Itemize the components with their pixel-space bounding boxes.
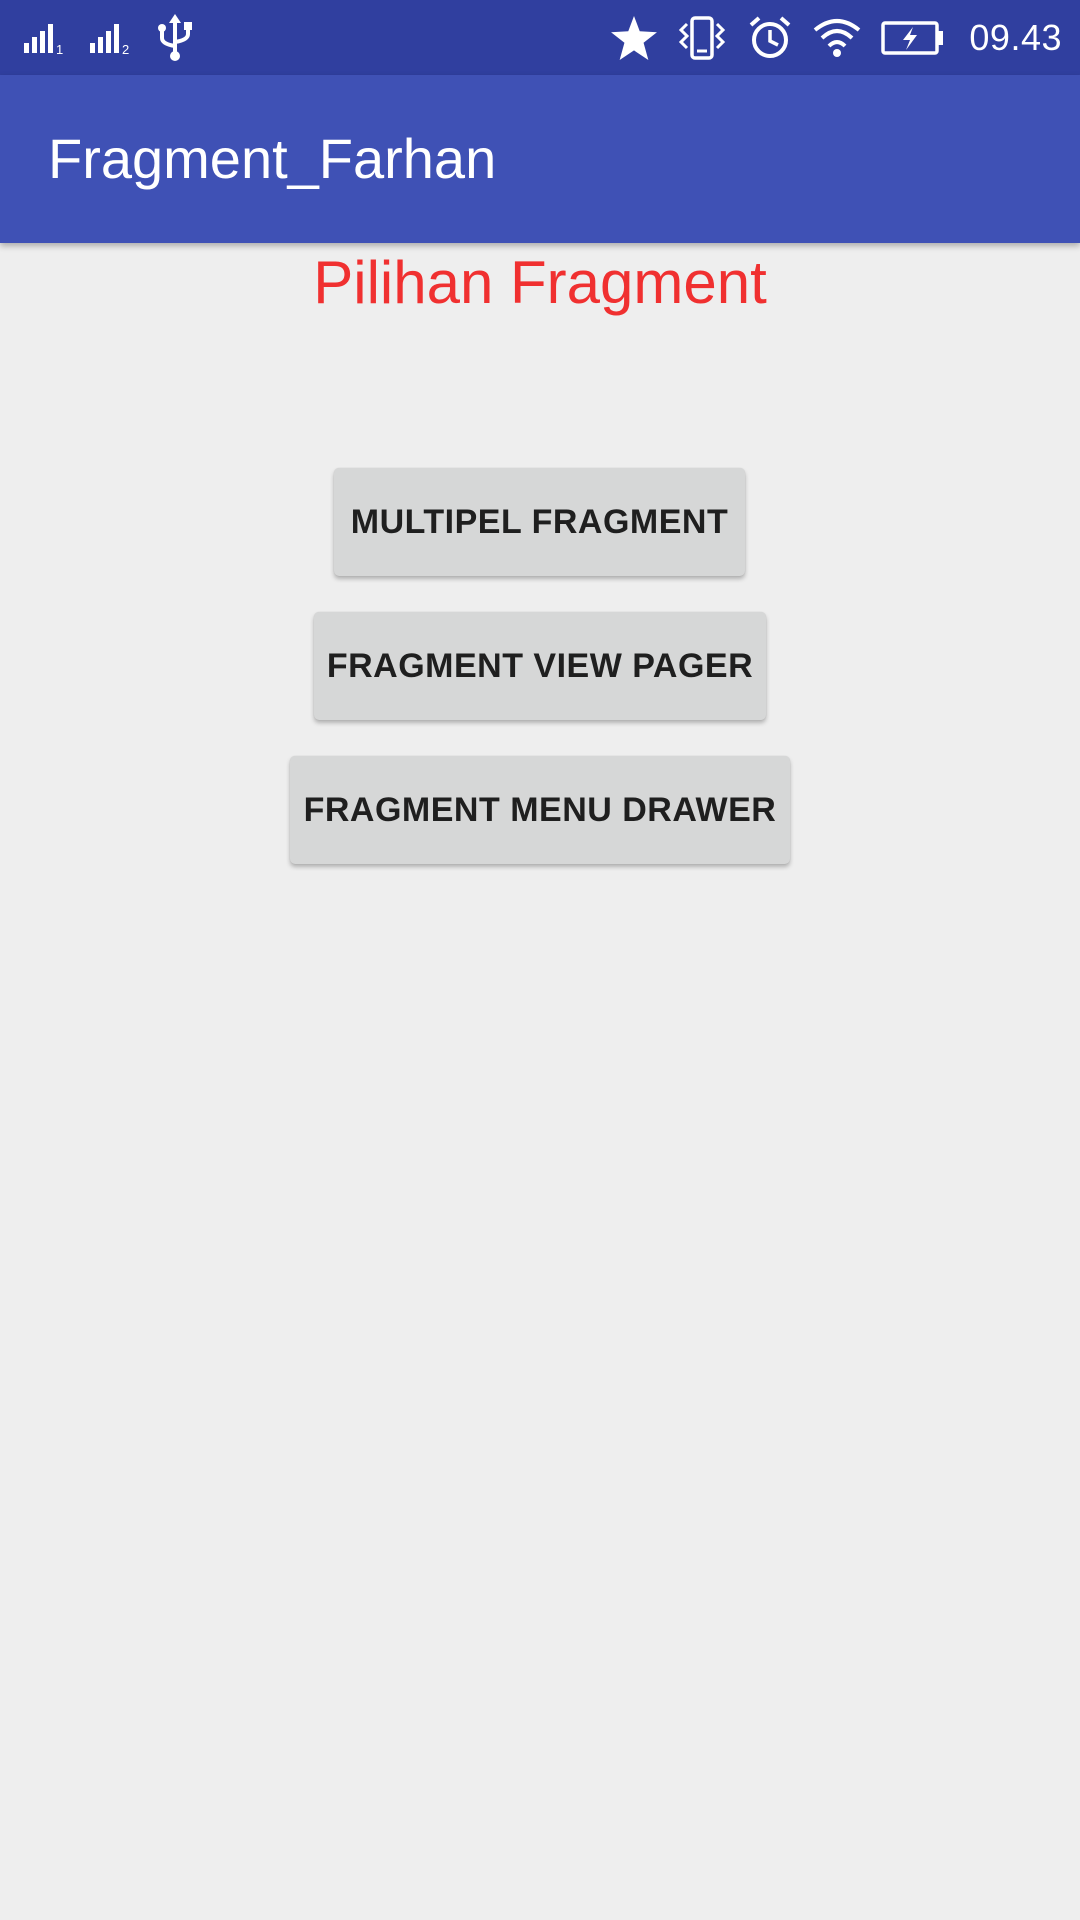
status-left-group: 1 2	[24, 0, 194, 75]
sim1-label: 1	[56, 42, 63, 55]
multipel-fragment-button[interactable]: MULTIPEL FRAGMENT	[334, 468, 745, 576]
wifi-icon	[813, 18, 861, 58]
fragment-menu-drawer-button[interactable]: FRAGMENT MENU DRAWER	[290, 756, 790, 864]
app-title: Fragment_Farhan	[48, 127, 497, 190]
signal-sim2-icon: 2	[90, 21, 134, 55]
vibrate-icon	[677, 14, 727, 62]
alarm-icon	[747, 15, 793, 61]
phone-screen: 1 2 09.43 Fragment_Farhan Pilihan Fragme…	[0, 0, 1080, 1920]
status-right-group: 09.43	[611, 0, 1062, 75]
sim2-label: 2	[122, 42, 129, 55]
fragment-view-pager-button[interactable]: FRAGMENT VIEW PAGER	[314, 612, 766, 720]
star-icon	[611, 15, 658, 60]
status-bar: 1 2 09.43	[0, 0, 1080, 75]
signal-sim1-icon: 1	[24, 21, 68, 55]
page-heading: Pilihan Fragment	[313, 249, 767, 316]
app-bar: Fragment_Farhan	[0, 75, 1080, 243]
status-time: 09.43	[969, 16, 1062, 58]
usb-icon	[156, 13, 194, 62]
battery-charging-icon	[881, 20, 945, 56]
